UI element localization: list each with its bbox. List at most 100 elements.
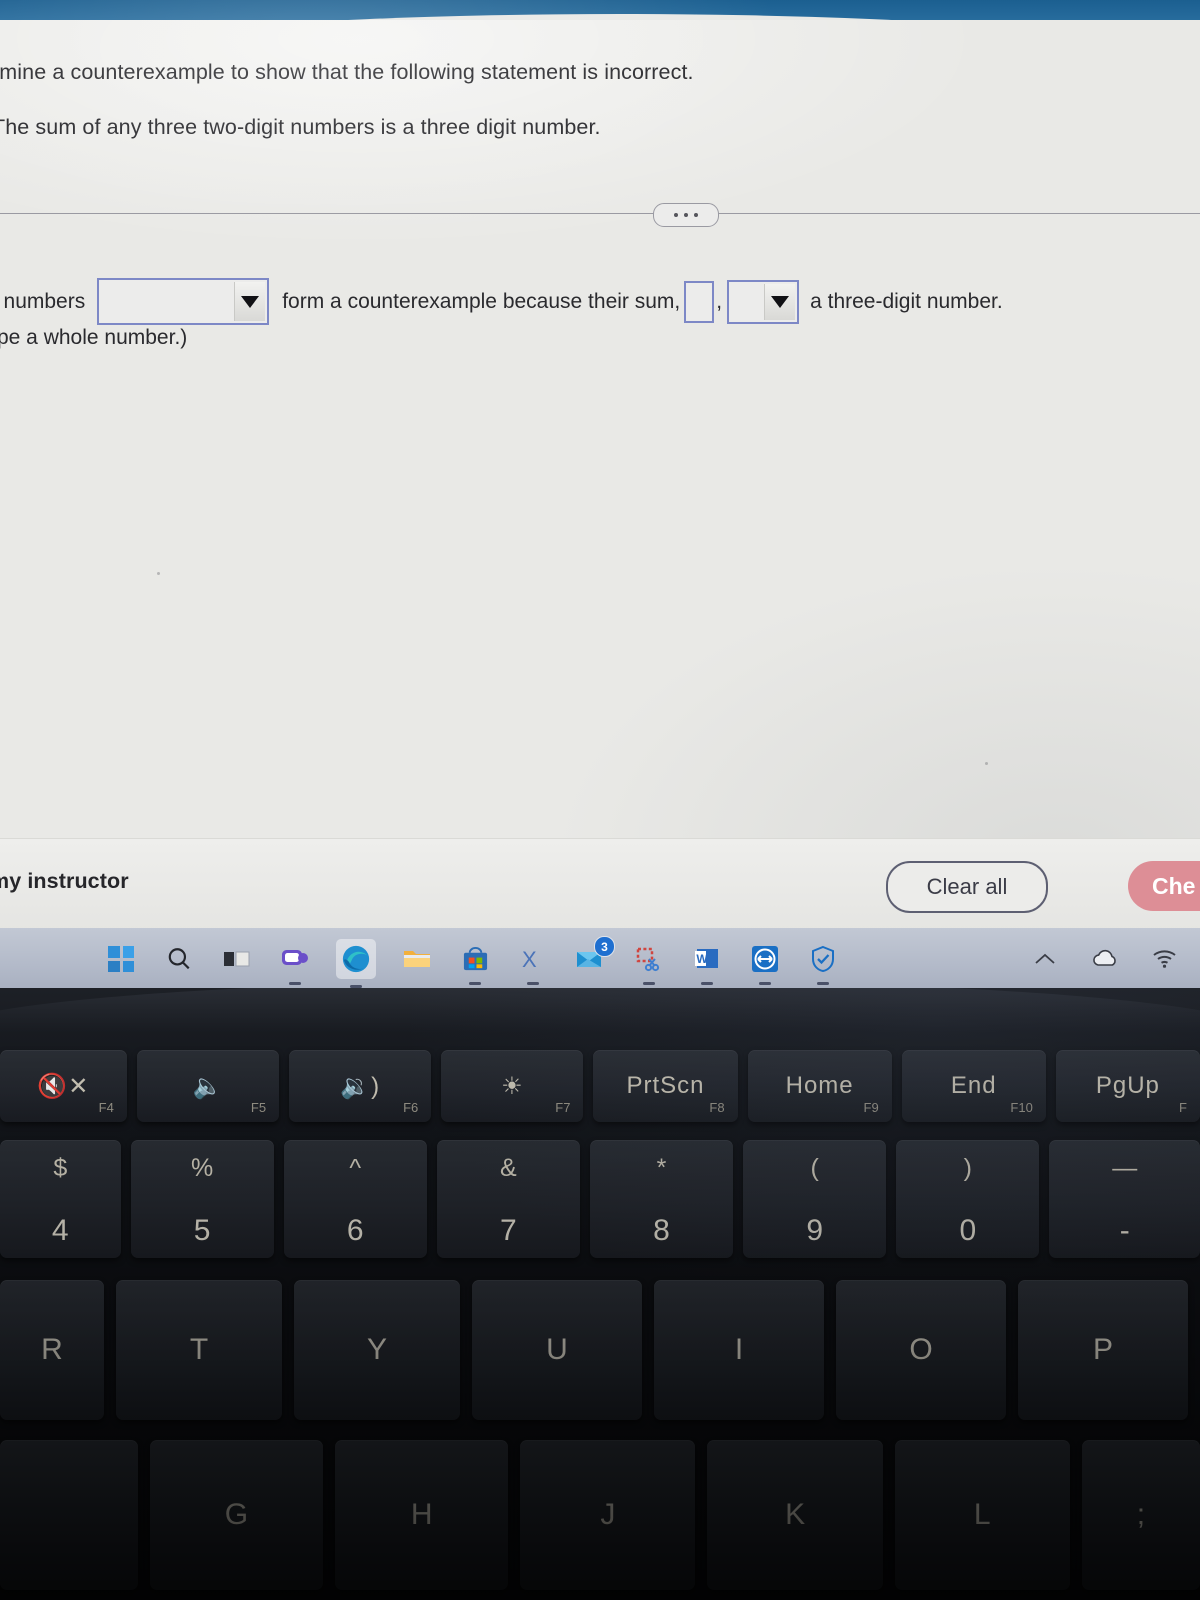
key-j[interactable]: J	[520, 1440, 696, 1590]
wifi-icon	[1153, 950, 1176, 968]
key-o[interactable]: O	[836, 1280, 1006, 1420]
key-volume-up-icon[interactable]: 🔉) F6	[289, 1050, 432, 1122]
teamviewer-button[interactable]	[748, 942, 782, 976]
key-6[interactable]: ^ 6	[283, 1140, 427, 1258]
key-keyboard-backlight-icon[interactable]: ☀ F7	[441, 1050, 584, 1122]
key-t[interactable]: T	[116, 1280, 282, 1420]
excel-button[interactable]: X	[516, 942, 550, 976]
print-screen-icon: PrtScn	[626, 1072, 705, 1099]
answer-comma: ,	[716, 289, 723, 313]
key-fn-label: F6	[403, 1100, 419, 1115]
sum-input[interactable]	[684, 280, 715, 323]
key-primary-legend: ;	[1136, 1498, 1146, 1531]
ellipsis-icon[interactable]	[653, 203, 719, 227]
key-shift-symbol: *	[656, 1154, 667, 1182]
keyboard-letter-row-1: R T YUI O P	[0, 1280, 1200, 1420]
chevron-down-icon[interactable]	[234, 282, 266, 321]
key-primary-legend: J	[600, 1498, 616, 1531]
clear-all-button[interactable]: Clear all	[886, 861, 1048, 913]
store-icon	[463, 946, 487, 970]
key-fn-label: F4	[98, 1100, 114, 1115]
key-i[interactable]: I	[654, 1280, 824, 1420]
chevron-up-icon	[1035, 953, 1055, 964]
teamviewer-icon	[752, 946, 778, 972]
keyboard-letter-row-2: G H J K L;	[0, 1440, 1200, 1590]
key-shift-symbol: ^	[349, 1154, 362, 1182]
answer-fragment-3: a three-digit number.	[810, 289, 1003, 313]
windows-taskbar: X 3 W	[0, 928, 1200, 990]
key-print-screen-icon[interactable]: PrtScn F8	[593, 1050, 738, 1122]
key-fn-label: F	[1179, 1100, 1187, 1115]
question-statement: The sum of any three two-digit numbers i…	[0, 115, 601, 139]
key-8[interactable]: * 8	[589, 1140, 734, 1258]
key-h[interactable]: H	[335, 1440, 509, 1590]
edge-button[interactable]	[336, 939, 376, 979]
key--[interactable]: — -	[1049, 1140, 1200, 1258]
key-blank[interactable]	[0, 1440, 138, 1590]
key-primary-legend: 5	[193, 1214, 211, 1247]
key-primary-legend: L	[973, 1498, 991, 1531]
key-g[interactable]: G	[149, 1440, 324, 1590]
section-divider	[0, 213, 1200, 214]
key-9[interactable]: (9	[743, 1140, 887, 1258]
key-primary-legend: O	[909, 1333, 933, 1366]
key-u[interactable]: U	[472, 1280, 642, 1420]
network-button[interactable]	[1148, 942, 1182, 976]
keyboard-number-row: $4% 5 ^ 6 & 7 * 8(9) 0— -	[0, 1140, 1200, 1258]
key-fn-label: F10	[1010, 1100, 1033, 1115]
key-primary-legend: 0	[959, 1214, 977, 1247]
key-0[interactable]: ) 0	[896, 1140, 1040, 1258]
key-y[interactable]: Y	[294, 1280, 460, 1420]
key-end-key-icon[interactable]: End F10	[901, 1050, 1046, 1122]
key-primary-legend: G	[224, 1498, 249, 1531]
volume-up-icon: 🔉)	[340, 1072, 381, 1100]
onedrive-button[interactable]	[1088, 942, 1122, 976]
ask-my-instructor-link[interactable]: my instructor	[0, 869, 129, 894]
dust-speck	[157, 572, 160, 575]
shield-check-icon	[812, 945, 834, 973]
numbers-dropdown[interactable]	[97, 278, 270, 325]
word-button[interactable]: W	[690, 942, 724, 976]
key-mute-icon[interactable]: 🔇✕ F4	[0, 1050, 127, 1122]
svg-text:W: W	[696, 952, 708, 966]
key-;[interactable]: ;	[1081, 1440, 1200, 1590]
key-l[interactable]: L	[894, 1440, 1070, 1590]
start-button[interactable]	[104, 942, 138, 976]
task-view-icon	[224, 951, 250, 967]
teams-chat-icon	[282, 950, 308, 965]
answer-fragment-1: e numbers	[0, 289, 86, 313]
courseware-screen: rmine a counterexample to show that the …	[0, 20, 1200, 940]
key-page-up-icon[interactable]: PgUp F	[1055, 1050, 1200, 1122]
key-shift-symbol: %	[190, 1154, 214, 1182]
key-fn-label: F8	[709, 1100, 725, 1115]
key-fn-label: F7	[555, 1100, 571, 1115]
answer-fragment-2: form a counterexample because their sum,	[282, 289, 681, 313]
is-isnot-dropdown[interactable]	[727, 279, 800, 324]
mail-button[interactable]: 3	[574, 936, 615, 976]
teams-button[interactable]	[278, 942, 312, 976]
key-r[interactable]: R	[0, 1280, 104, 1420]
key-7[interactable]: & 7	[436, 1140, 580, 1258]
key-home-key-icon[interactable]: Home F9	[747, 1050, 892, 1122]
key-5[interactable]: % 5	[130, 1140, 274, 1258]
key-p[interactable]: P	[1018, 1280, 1188, 1420]
chevron-down-icon[interactable]	[764, 283, 796, 320]
microsoft-store-button[interactable]	[458, 942, 492, 976]
show-hidden-icons-button[interactable]	[1028, 942, 1062, 976]
key-primary-legend: 6	[346, 1214, 364, 1247]
task-view-button[interactable]	[220, 942, 254, 976]
key-primary-legend: T	[189, 1333, 209, 1366]
snipping-tool-button[interactable]	[632, 942, 666, 976]
key-volume-down-icon[interactable]: 🔈 F5	[136, 1050, 280, 1122]
key-k[interactable]: K	[707, 1440, 883, 1590]
key-4[interactable]: $4	[0, 1140, 121, 1258]
check-answer-button[interactable]: Che	[1128, 861, 1200, 911]
key-primary-legend: 8	[653, 1214, 670, 1247]
key-primary-legend: H	[410, 1498, 433, 1531]
security-button[interactable]	[806, 942, 840, 976]
search-button[interactable]	[162, 942, 196, 976]
question-prompt: rmine a counterexample to show that the …	[0, 60, 1172, 140]
file-explorer-button[interactable]	[400, 942, 434, 976]
edge-icon	[342, 945, 370, 973]
end-key-icon: End	[950, 1072, 997, 1099]
